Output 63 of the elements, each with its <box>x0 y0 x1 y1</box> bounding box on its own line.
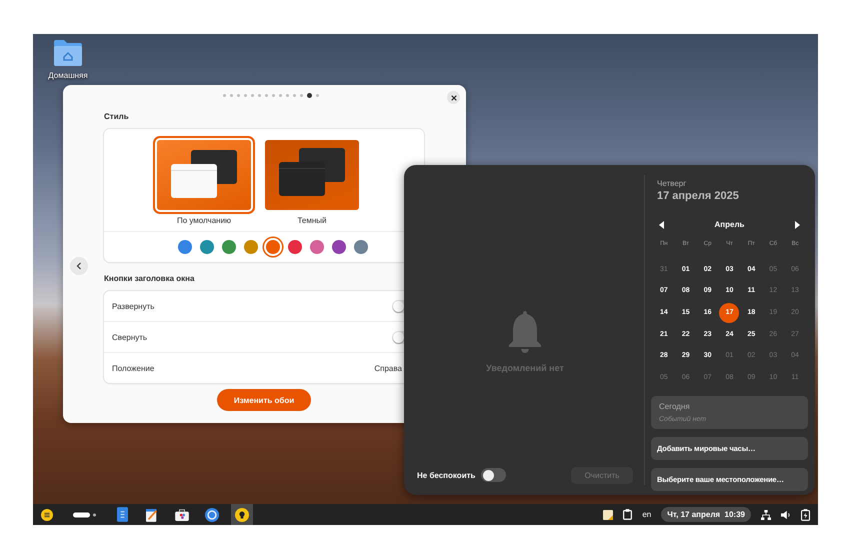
theme-label: По умолчанию <box>176 216 232 225</box>
close-icon <box>450 94 456 100</box>
accent-color-swatch[interactable] <box>288 240 302 254</box>
browser-icon <box>205 508 219 522</box>
next-month-icon[interactable] <box>794 220 800 228</box>
clock-button[interactable]: Чт, 17 апреля 10:39 <box>661 507 751 522</box>
document-icon <box>116 507 128 522</box>
volume-icon[interactable] <box>781 510 791 520</box>
page-dot[interactable] <box>258 94 260 97</box>
accent-color-swatch[interactable] <box>310 240 324 254</box>
bell-icon <box>507 309 543 353</box>
page-dot[interactable] <box>306 93 312 98</box>
row-label: Развернуть <box>112 302 156 310</box>
notes-icon[interactable] <box>603 510 614 520</box>
date-heading: 17 апреля 2025 <box>657 190 740 202</box>
page-dot[interactable] <box>316 94 318 97</box>
accent-color-swatch[interactable] <box>200 240 214 254</box>
row-label: Положение <box>112 364 156 372</box>
close-button[interactable] <box>447 91 460 104</box>
lightbulb-icon <box>235 508 249 522</box>
events-title: Сегодня <box>659 402 691 412</box>
workspace-indicator-icon[interactable] <box>73 512 97 518</box>
page-dot[interactable] <box>272 94 274 97</box>
accent-color-swatch[interactable] <box>354 240 368 254</box>
weekday-text: Четверг <box>657 179 688 188</box>
page-dot[interactable] <box>264 94 268 97</box>
accent-color-swatch[interactable] <box>266 240 280 254</box>
clipboard-icon[interactable] <box>623 509 632 520</box>
do-not-disturb-label: Не беспокоить <box>417 470 476 480</box>
row-label: Свернуть <box>112 332 148 342</box>
dropdown-value[interactable]: Справа <box>374 364 402 372</box>
section-title: Кнопки заголовка окна <box>104 274 196 283</box>
previous-month-icon[interactable] <box>659 220 665 228</box>
chevron-left-icon <box>76 262 82 270</box>
page-dot[interactable] <box>292 94 296 97</box>
taskbar-app[interactable] <box>231 504 253 525</box>
keyboard-layout-indicator[interactable]: en <box>642 510 652 519</box>
page-dot[interactable] <box>300 94 302 97</box>
section-title: Стиль <box>104 112 130 121</box>
back-button[interactable] <box>70 257 88 275</box>
do-not-disturb-switch[interactable] <box>481 468 506 482</box>
theme-label: Темный <box>297 216 327 225</box>
accent-color-swatch[interactable] <box>222 240 236 254</box>
page-dot[interactable] <box>230 94 232 97</box>
page-dot[interactable] <box>250 94 254 97</box>
app-menu-icon[interactable] <box>41 508 53 520</box>
page-dot[interactable] <box>278 94 282 97</box>
home-folder-icon[interactable] <box>53 39 83 67</box>
page-dot[interactable] <box>286 94 288 97</box>
month-title: Апрель <box>714 220 744 229</box>
change-wallpaper-button[interactable]: Изменить обои <box>216 389 312 411</box>
accent-color-swatch[interactable] <box>178 240 192 254</box>
accent-color-swatch[interactable] <box>332 240 346 254</box>
page-dot[interactable] <box>244 94 246 97</box>
folder-label[interactable]: Домашняя <box>48 71 88 80</box>
text-editor-icon <box>146 508 158 522</box>
page-dot[interactable] <box>222 94 226 97</box>
accent-color-swatch[interactable] <box>244 240 258 254</box>
page-dot[interactable] <box>236 94 240 97</box>
theme-preview[interactable] <box>157 140 251 210</box>
shopping-bag-icon <box>175 508 189 520</box>
network-icon[interactable] <box>761 510 771 520</box>
battery-icon[interactable] <box>801 508 810 520</box>
